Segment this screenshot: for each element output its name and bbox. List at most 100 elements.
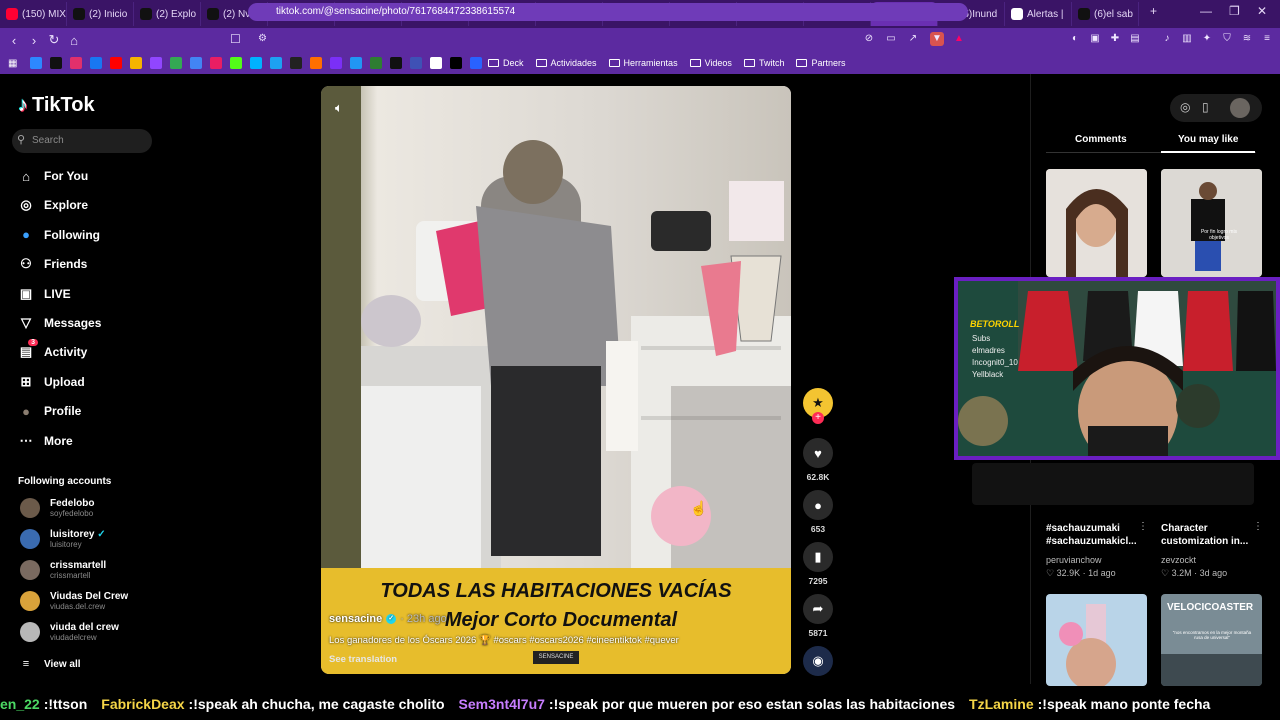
maximize-button[interactable]: ❐ — [1229, 4, 1240, 18]
close-window-button[interactable]: ✕ — [1257, 4, 1267, 18]
extension-icon[interactable]: ▣ — [1088, 32, 1102, 46]
rewards-icon[interactable]: ▲ — [952, 32, 966, 46]
reload-button[interactable]: ↻ — [44, 32, 64, 48]
nav-more[interactable]: ⋯ More — [18, 433, 73, 449]
bookmark-icon[interactable] — [230, 57, 242, 69]
nav-for-you[interactable]: ⌂ For You — [18, 168, 88, 184]
following-account[interactable]: luisitorey ✓ luisitorey — [20, 529, 106, 549]
url-field[interactable]: tiktok.com/@sensacine/photo/761768447233… — [248, 3, 968, 21]
brave-shield-icon[interactable]: ▼ — [930, 32, 944, 46]
bookmark-icon[interactable] — [130, 57, 142, 69]
share-button[interactable]: ➦ 5871 — [803, 594, 833, 638]
bookmark-icon[interactable] — [70, 57, 82, 69]
recommended-thumb[interactable]: VELOCICOASTER "nos encontramos en la mej… — [1161, 594, 1262, 686]
user-avatar[interactable] — [1230, 98, 1250, 118]
music-disc[interactable]: ◉ — [803, 646, 833, 676]
nav-upload[interactable]: ⊞ Upload — [18, 374, 85, 390]
tab-you-may-like[interactable]: You may like — [1178, 134, 1238, 145]
new-tab-button[interactable]: + — [1150, 4, 1157, 18]
see-translation-link[interactable]: See translation — [329, 654, 397, 665]
cast-icon[interactable]: ⊘ — [862, 32, 876, 46]
recommended-thumb[interactable]: Por fin logro mis objetivos — [1161, 169, 1262, 277]
nav-profile[interactable]: ● Profile — [18, 403, 81, 419]
browser-tab[interactable]: Alertas | — [1005, 2, 1072, 26]
minimize-button[interactable]: — — [1200, 4, 1212, 18]
rec-title[interactable]: #sachauzumaki #sachauzumakicl... — [1046, 522, 1137, 548]
music-icon[interactable]: ♪ — [1160, 32, 1174, 46]
bookmark-icon[interactable] — [330, 57, 342, 69]
post-media[interactable]: 🔈︎ TODAS LAS HABITACIONES VACÍAS Mejor C… — [321, 86, 791, 674]
bookmark-icon[interactable] — [410, 57, 422, 69]
bookmark-folder[interactable]: Actividades — [535, 58, 597, 68]
bookmark-icon[interactable] — [90, 57, 102, 69]
nav-friends[interactable]: ⚇ Friends — [18, 256, 87, 272]
nav-following[interactable]: ● Following — [18, 227, 100, 243]
bookmark-icon[interactable] — [370, 57, 382, 69]
nav-explore[interactable]: ◎ Explore — [18, 197, 88, 213]
screen-icon[interactable]: ▭ — [884, 32, 898, 46]
creator-avatar[interactable]: ★ + — [803, 388, 833, 424]
rec-user[interactable]: peruvianchow — [1046, 555, 1102, 565]
rec-user[interactable]: zevzockt — [1161, 555, 1196, 565]
device-icon[interactable]: ▯ — [1202, 100, 1209, 114]
following-account[interactable]: crissmartell crissmartell — [20, 560, 106, 580]
search-input[interactable]: Search — [12, 129, 152, 153]
bookmark-icon[interactable] — [110, 57, 122, 69]
back-button[interactable]: ‹ — [4, 33, 24, 48]
browser-tab[interactable]: (6)el sab — [1072, 2, 1139, 26]
browser-tab[interactable]: (2) Explo — [134, 2, 201, 26]
apps-icon[interactable]: ▦ — [8, 58, 18, 69]
bookmark-icon[interactable] — [250, 57, 262, 69]
bookmark-icon[interactable] — [390, 57, 402, 69]
tab-comments[interactable]: Comments — [1075, 134, 1127, 145]
recommended-thumb[interactable] — [1046, 169, 1147, 277]
bookmark-page-icon[interactable]: ☐ — [230, 32, 241, 46]
audio-icon[interactable]: ◐ — [1068, 32, 1082, 46]
following-account[interactable]: Viudas Del Crew viudas.del.crew — [20, 591, 128, 611]
browser-tab[interactable]: (150) MIX — [0, 2, 67, 26]
following-account[interactable]: viuda del crew viudadelcrew — [20, 622, 119, 642]
recommended-thumb[interactable] — [1046, 594, 1147, 686]
bookmark-icon[interactable] — [30, 57, 42, 69]
sync-icon[interactable]: ≋ — [1240, 32, 1254, 46]
bookmark-icon[interactable] — [470, 57, 482, 69]
wallet-icon[interactable]: ▥ — [1180, 32, 1194, 46]
more-options-icon[interactable]: ⋮ — [1253, 521, 1263, 532]
like-button[interactable]: ♥ 62.8K — [803, 438, 833, 482]
bookmark-icon[interactable] — [430, 57, 442, 69]
coin-icon[interactable]: ◎ — [1180, 100, 1190, 114]
tiktok-logo[interactable]: ♪ TikTok — [18, 94, 95, 117]
bookmark-icon[interactable] — [310, 57, 322, 69]
bookmark-icon[interactable] — [50, 57, 62, 69]
view-all-link[interactable]: ≡ View all — [18, 656, 81, 672]
bookmark-folder[interactable]: Videos — [689, 58, 732, 68]
bookmark-icon[interactable] — [290, 57, 302, 69]
post-author[interactable]: sensacine ✓ · 23h ago — [329, 613, 447, 625]
nav-live[interactable]: ▣ LIVE — [18, 286, 71, 302]
bookmark-icon[interactable] — [270, 57, 282, 69]
bookmark-folder[interactable]: Deck — [488, 58, 524, 68]
follow-plus-icon[interactable]: + — [812, 412, 824, 424]
author-name[interactable]: sensacine — [329, 613, 382, 625]
browser-tab[interactable]: (2) Inicio — [67, 2, 134, 26]
save-button[interactable]: ▮ 7295 — [803, 542, 833, 586]
bookmark-icon[interactable] — [210, 57, 222, 69]
forward-button[interactable]: › — [24, 33, 44, 48]
bookmark-icon[interactable] — [450, 57, 462, 69]
comment-button[interactable]: ● 653 — [803, 490, 833, 534]
nav-activity[interactable]: ▤ 3 Activity — [18, 339, 87, 360]
share-icon[interactable]: ↗ — [906, 32, 920, 46]
bookmark-icon[interactable] — [170, 57, 182, 69]
home-icon[interactable]: ⌂ — [64, 33, 84, 48]
more-options-icon[interactable]: ⋮ — [1138, 521, 1148, 532]
leo-icon[interactable]: ✦ — [1200, 32, 1214, 46]
menu-icon[interactable]: ≡ — [1260, 32, 1274, 46]
following-account[interactable]: Fedelobo soyfedelobo — [20, 498, 94, 518]
puzzle-icon[interactable]: ✚ — [1108, 32, 1122, 46]
bookmark-folder[interactable]: Twitch — [743, 58, 784, 68]
sidebar-toggle-icon[interactable]: ▤ — [1128, 32, 1142, 46]
vpn-icon[interactable]: ⛉ — [1220, 32, 1234, 46]
bookmark-folder[interactable]: Partners — [796, 58, 845, 68]
bookmark-icon[interactable] — [350, 57, 362, 69]
site-info-icon[interactable]: ⚙ — [258, 33, 267, 44]
